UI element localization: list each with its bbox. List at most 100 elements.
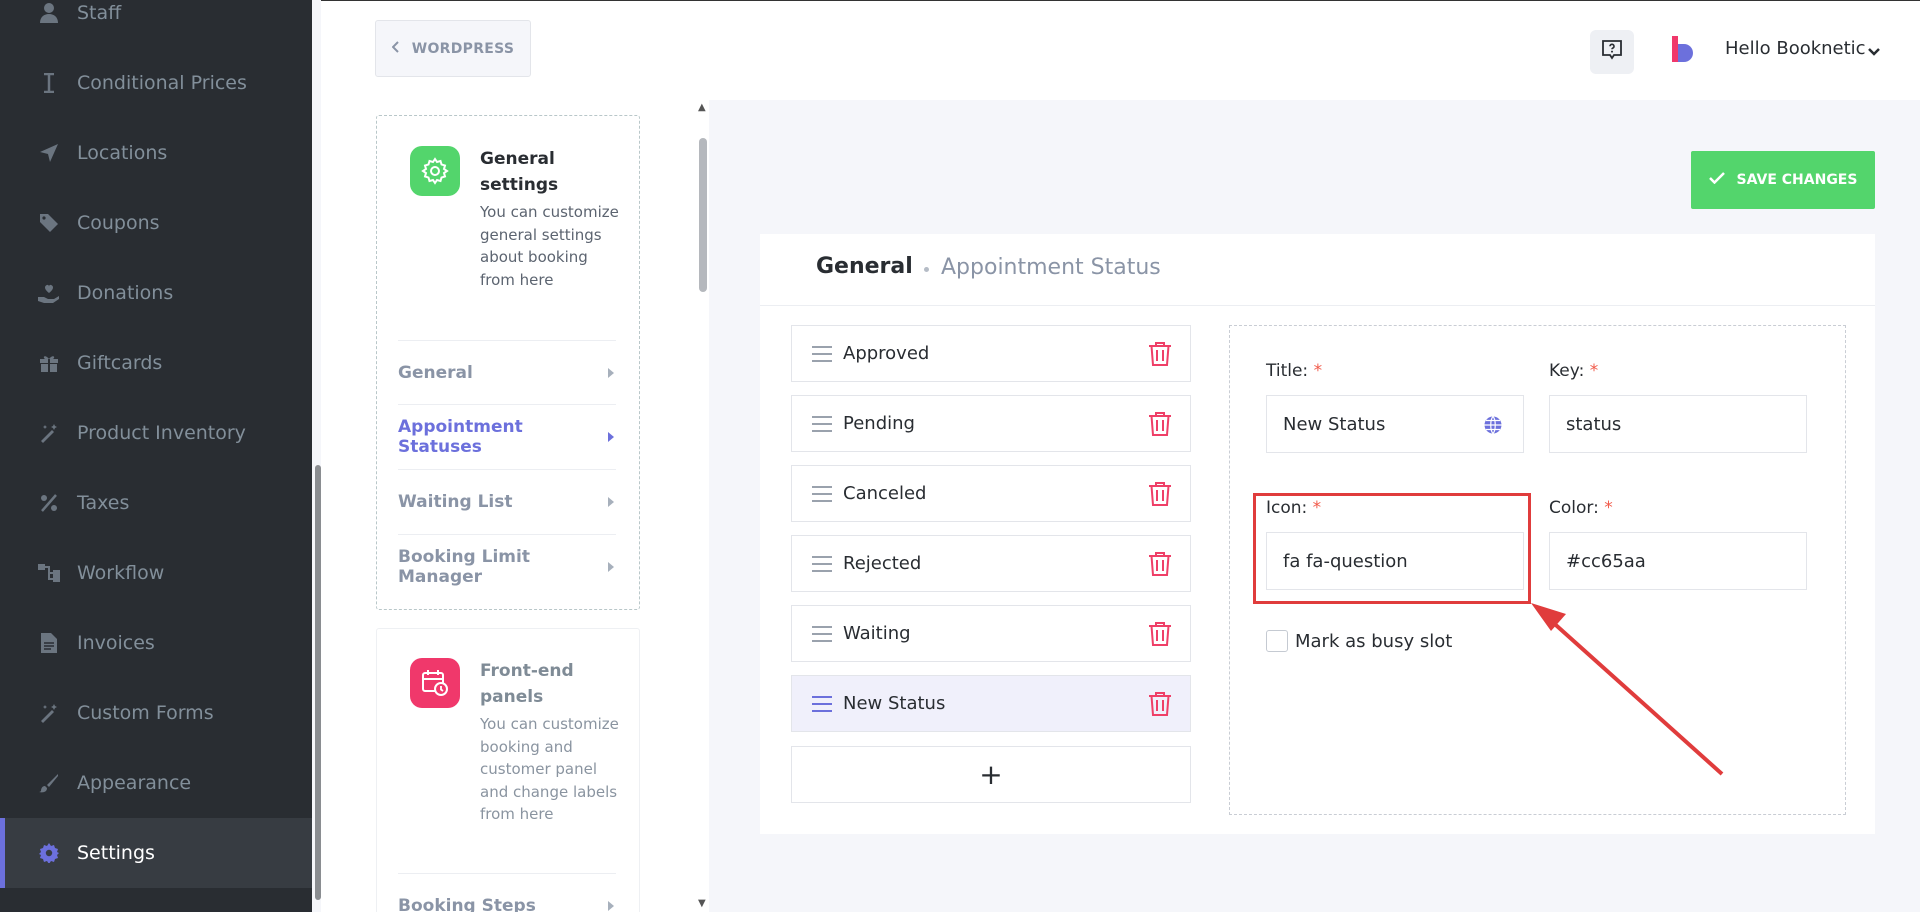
trash-icon[interactable] xyxy=(1148,621,1172,651)
gear-icon xyxy=(38,842,60,864)
color-label: Color: * xyxy=(1549,498,1613,518)
trash-icon[interactable] xyxy=(1148,551,1172,581)
trash-icon[interactable] xyxy=(1148,691,1172,721)
drag-handle-icon[interactable] xyxy=(812,556,832,572)
add-status-button[interactable]: + xyxy=(791,746,1191,803)
status-name: Pending xyxy=(843,413,915,434)
check-icon xyxy=(1708,172,1725,188)
sidebar-item-appearance[interactable]: Appearance xyxy=(0,748,312,818)
status-row-waiting[interactable]: Waiting xyxy=(791,605,1191,662)
sidebar-item-label: Appearance xyxy=(77,772,192,794)
drag-handle-icon[interactable] xyxy=(812,416,832,432)
settings-menu-waiting-list[interactable]: Waiting List xyxy=(398,469,616,533)
status-row-approved[interactable]: Approved xyxy=(791,325,1191,382)
color-input[interactable] xyxy=(1549,532,1807,590)
busy-slot-label[interactable]: Mark as busy slot xyxy=(1295,631,1452,652)
user-greeting[interactable]: Hello Booknetic xyxy=(1725,38,1866,59)
percent-icon xyxy=(38,492,60,514)
plus-icon: + xyxy=(979,758,1003,791)
annotation-highlight-box xyxy=(1253,493,1531,604)
help-button[interactable] xyxy=(1590,30,1634,74)
calendar-clock-icon xyxy=(410,658,460,708)
trash-icon[interactable] xyxy=(1148,481,1172,511)
breadcrumb-current: Appointment Status xyxy=(941,255,1161,280)
drag-handle-icon[interactable] xyxy=(812,696,832,712)
caret-right-icon xyxy=(608,431,614,442)
magic-wand-icon xyxy=(38,422,60,444)
menu-item-label: Booking Limit Manager xyxy=(398,546,530,587)
settings-menu-general[interactable]: General xyxy=(398,340,616,404)
trash-icon[interactable] xyxy=(1148,341,1172,371)
sidebar-item-label: Product Inventory xyxy=(77,422,246,444)
status-name: Canceled xyxy=(843,483,927,504)
trash-icon[interactable] xyxy=(1148,411,1172,441)
busy-slot-checkbox[interactable] xyxy=(1266,630,1288,652)
sidebar-item-settings[interactable]: Settings xyxy=(0,818,312,888)
sidebar-item-label: Conditional Prices xyxy=(77,72,247,94)
user-icon xyxy=(38,2,60,24)
status-row-new-status[interactable]: New Status xyxy=(791,675,1191,732)
chevron-left-icon xyxy=(391,40,400,57)
question-chat-icon xyxy=(1600,38,1624,66)
sidebar-item-label: Locations xyxy=(77,142,168,164)
settings-menu-appointment-statuses[interactable]: Appointment Statuses xyxy=(398,404,616,468)
menu-item-label: Waiting List xyxy=(398,491,513,512)
sidebar-item-donations[interactable]: Donations xyxy=(0,258,312,328)
globe-icon[interactable] xyxy=(1483,415,1503,439)
settings-menu-booking-limit-manager[interactable]: Booking Limit Manager xyxy=(398,534,616,598)
caret-right-icon xyxy=(608,496,614,507)
frontend-panels-description: You can customize booking and customer p… xyxy=(480,715,619,823)
location-arrow-icon xyxy=(38,142,60,164)
sidebar-item-staff[interactable]: Staff xyxy=(0,0,312,48)
title-label-text: Title: xyxy=(1266,361,1309,381)
sidebar-item-giftcards[interactable]: Giftcards xyxy=(0,328,312,398)
status-name: Rejected xyxy=(843,553,922,574)
status-row-canceled[interactable]: Canceled xyxy=(791,465,1191,522)
gift-icon xyxy=(38,352,60,374)
sidebar-item-coupons[interactable]: Coupons xyxy=(0,188,312,258)
general-settings-description: You can customize general settings about… xyxy=(480,203,619,289)
status-row-pending[interactable]: Pending xyxy=(791,395,1191,452)
wordpress-label: WORDPRESS xyxy=(411,40,515,57)
wordpress-back-button[interactable]: WORDPRESS xyxy=(375,20,531,77)
status-row-rejected[interactable]: Rejected xyxy=(791,535,1191,592)
sidebar-item-taxes[interactable]: Taxes xyxy=(0,468,312,538)
tag-icon xyxy=(38,212,60,234)
status-name: Approved xyxy=(843,343,930,364)
color-label-text: Color: xyxy=(1549,498,1599,518)
settings-menu-booking-steps[interactable]: Booking Steps xyxy=(398,873,616,912)
booknetic-logo xyxy=(1670,34,1694,64)
settings-menu-scrollbar[interactable]: ▲ ▼ xyxy=(697,100,709,912)
sidebar-item-label: Invoices xyxy=(77,632,155,654)
sidebar-item-custom-forms[interactable]: Custom Forms xyxy=(0,678,312,748)
chevron-down-icon[interactable] xyxy=(1868,42,1880,61)
key-label-text: Key: xyxy=(1549,361,1585,381)
sidebar-item-label: Donations xyxy=(77,282,174,304)
drag-handle-icon[interactable] xyxy=(812,346,832,362)
brush-icon xyxy=(38,772,60,794)
breadcrumb-separator xyxy=(924,267,929,272)
scroll-up-arrow-icon[interactable]: ▲ xyxy=(698,102,706,113)
magic-wand-icon xyxy=(38,702,60,724)
sidebar-item-label: Staff xyxy=(77,2,122,24)
caret-right-icon xyxy=(608,900,614,911)
sidebar-item-invoices[interactable]: Invoices xyxy=(0,608,312,678)
required-mark: * xyxy=(1604,498,1613,518)
key-label: Key: * xyxy=(1549,361,1598,381)
menu-item-label: Booking Steps xyxy=(398,895,536,912)
scroll-down-arrow-icon[interactable]: ▼ xyxy=(698,898,706,909)
sidebar-item-label: Settings xyxy=(77,842,155,864)
caret-right-icon xyxy=(608,367,614,378)
drag-handle-icon[interactable] xyxy=(812,486,832,502)
sidebar-item-conditional-prices[interactable]: Conditional Prices xyxy=(0,48,312,118)
status-name: Waiting xyxy=(843,623,911,644)
key-input[interactable] xyxy=(1549,395,1807,453)
sidebar-item-label: Taxes xyxy=(77,492,130,514)
sidebar-item-product-inventory[interactable]: Product Inventory xyxy=(0,398,312,468)
sidebar-item-workflow[interactable]: Workflow xyxy=(0,538,312,608)
drag-handle-icon[interactable] xyxy=(812,626,832,642)
sidebar-item-locations[interactable]: Locations xyxy=(0,118,312,188)
save-changes-button[interactable]: SAVE CHANGES xyxy=(1691,151,1875,209)
sitemap-icon xyxy=(38,562,60,584)
save-label: SAVE CHANGES xyxy=(1736,172,1858,188)
